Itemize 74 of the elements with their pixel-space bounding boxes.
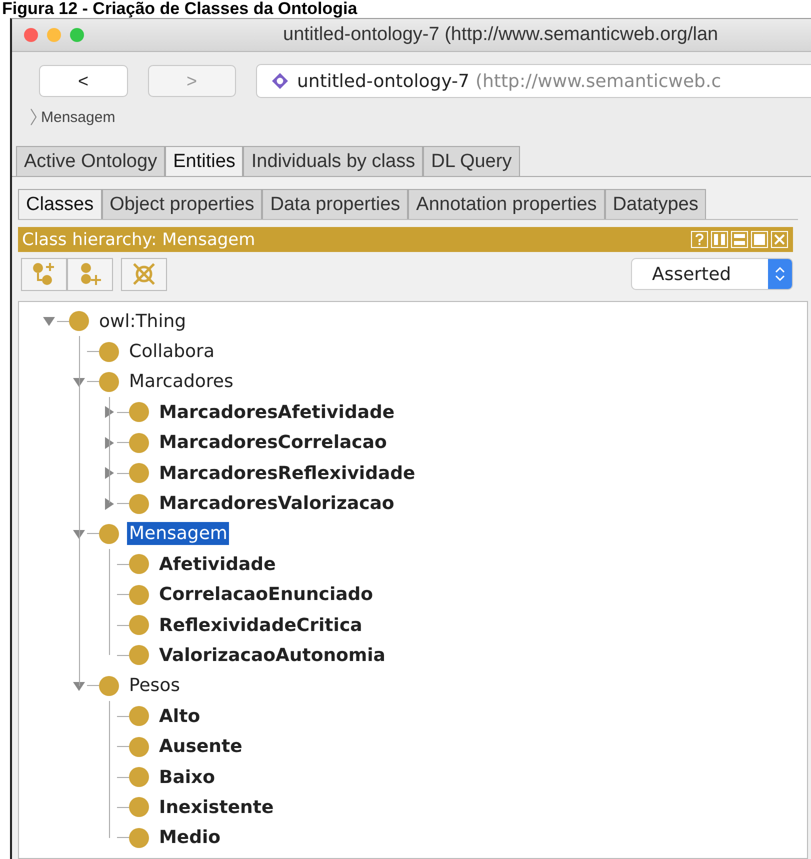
add-sibling-button[interactable] [67,258,113,290]
split-columns-icon[interactable] [711,231,728,248]
class-dot-icon [129,797,149,818]
add-subclass-icon [31,261,57,287]
expanded-triangle-icon[interactable] [71,528,87,540]
class-dot-icon [129,706,149,726]
tab[interactable]: DL Query [423,146,520,176]
zoom-icon[interactable] [70,28,84,42]
entity-tab[interactable]: Data properties [262,189,408,219]
class-label[interactable]: Afetividade [157,552,278,576]
class-label[interactable]: MarcadoresReflexividade [157,462,418,485]
class-dot-icon [129,554,149,574]
tab[interactable]: Entities [165,146,244,176]
class-label[interactable]: Baixo [157,766,218,789]
class-label[interactable]: Alto [157,704,202,728]
maximize-icon[interactable] [751,231,768,248]
breadcrumb-item[interactable]: Mensagem [41,108,116,126]
entity-tab[interactable]: Datatypes [604,189,706,219]
tab[interactable]: Active Ontology [16,146,166,176]
class-label[interactable]: Mensagem [127,522,230,546]
class-dot-icon [129,736,149,757]
class-dot-icon [99,342,119,362]
class-dot-icon [129,402,149,422]
class-label[interactable]: ValorizacaoAutonomia [157,644,388,667]
class-dot-icon [129,767,149,788]
close-icon[interactable] [771,231,788,248]
entity-tab[interactable]: Object properties [102,189,262,219]
ontology-iri: (http://www.semanticweb.c [475,70,722,92]
help-icon[interactable] [691,231,708,248]
entity-tab[interactable]: Annotation properties [408,189,605,219]
class-label[interactable]: MarcadoresCorrelacao [157,431,389,454]
add-subclass-button[interactable] [21,258,67,290]
class-dot-icon [129,432,149,453]
class-label[interactable]: MarcadoresValorizacao [157,492,396,516]
class-label[interactable]: Marcadores [127,370,236,394]
stepper-icon [775,266,785,282]
ontology-address-field[interactable]: untitled-ontology-7 (http://www.semanticweb.c [256,64,811,98]
class-dot-icon [129,494,149,514]
ontology-name: untitled-ontology-7 [297,70,470,92]
expanded-triangle-icon[interactable] [71,376,87,388]
class-label[interactable]: owl:Thing [97,310,188,333]
split-rows-icon[interactable] [731,231,748,248]
diamond-icon [271,72,289,90]
expanded-triangle-icon[interactable] [71,680,87,692]
minimize-icon[interactable] [47,28,61,42]
class-label[interactable]: Collabora [127,340,216,364]
class-label[interactable]: Inexistente [157,796,276,819]
figure-caption: Figura 12 - Criação de Classes da Ontologia [1,0,358,18]
class-label[interactable]: ReflexividadeCritica [157,614,364,637]
entity-tab[interactable]: Classes [18,189,102,219]
back-button[interactable]: < [39,65,128,97]
chevron-icon [30,108,37,126]
expanded-triangle-icon[interactable] [41,315,57,328]
class-label[interactable]: CorrelacaoEnunciado [157,583,376,606]
class-dot-icon [99,676,119,696]
class-dot-icon [129,463,149,484]
class-dot-icon [129,584,149,605]
class-dot-icon [69,311,89,332]
delete-class-button[interactable] [121,258,167,290]
class-dot-icon [129,828,149,848]
class-dot-icon [99,372,119,392]
class-label[interactable]: MarcadoresAfetividade [157,400,397,424]
class-label[interactable]: Ausente [157,735,244,758]
hierarchy-mode-select[interactable]: Asserted [631,258,793,290]
tab[interactable]: Individuals by class [243,146,424,176]
class-label[interactable]: Medio [157,826,223,850]
close-icon[interactable] [24,28,38,42]
panel-title: Class hierarchy: Mensagem [22,230,256,250]
class-dot-icon [99,524,119,544]
class-label[interactable]: Pesos [127,674,182,698]
window-title: untitled-ontology-7 (http://www.semanticweb.org/lan [283,24,718,46]
class-dot-icon [129,615,149,636]
crossed-circle-icon [131,261,157,287]
class-dot-icon [129,645,149,666]
